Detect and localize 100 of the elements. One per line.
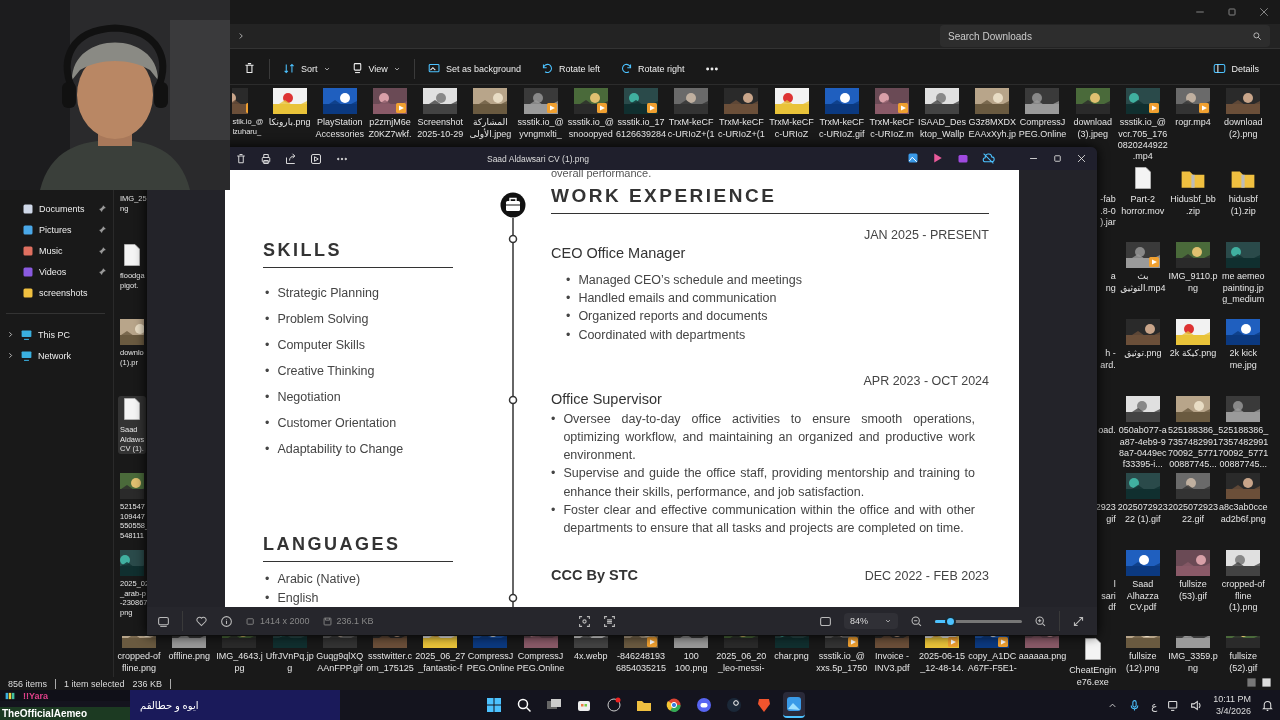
nav-item[interactable]: Music	[0, 240, 113, 262]
file-item[interactable]: IMG_3359.p ng	[1168, 636, 1218, 674]
file-item[interactable]: 2025072923 22.gif	[1168, 473, 1219, 525]
close-icon[interactable]	[1258, 6, 1270, 19]
file-item[interactable]: hidusbf (1).zip	[1228, 165, 1259, 217]
file-item[interactable]: l sari df	[1101, 579, 1118, 614]
clapper-icon[interactable]	[957, 152, 969, 164]
file-item[interactable]: download (2).png	[1223, 88, 1263, 140]
file-item[interactable]: -fab .8-0 ).jar	[1100, 194, 1118, 229]
search-field[interactable]: Search Downloads	[940, 25, 1270, 48]
file-item[interactable]: fullsize (52).gif	[1226, 636, 1261, 674]
sparkle-icon[interactable]	[932, 152, 944, 164]
file-item[interactable]: المشاركة الأولى.jpeg	[469, 88, 512, 140]
maximize-icon[interactable]	[1052, 153, 1063, 164]
toolbar-button[interactable]: View	[343, 58, 408, 80]
trash-icon[interactable]	[243, 62, 256, 76]
file-item[interactable]: a8c3ab0cce ad2b6f.png	[1218, 473, 1268, 525]
rotate-right-icon[interactable]	[619, 62, 633, 76]
file-item[interactable]: TrxM-keCF c-URIoZ+(1	[667, 88, 715, 140]
cloud-off-icon[interactable]	[982, 152, 995, 165]
bell-icon[interactable]	[1261, 698, 1274, 712]
file-item[interactable]: G3z8MXDX EAAxXyh.jp	[968, 88, 1017, 140]
file-item[interactable]: ISAAD_Des ktop_Wallp	[918, 88, 967, 140]
file-item[interactable]: Part-2 horror.mov	[1121, 165, 1165, 217]
search-icon[interactable]	[1252, 31, 1262, 42]
caret-icon[interactable]	[884, 617, 892, 625]
panel-icon[interactable]	[1213, 62, 1227, 76]
input-language[interactable]: ع	[1151, 699, 1158, 711]
details-button[interactable]: Details	[1206, 58, 1266, 80]
file-item[interactable]: CompressJ PEG.Online	[1018, 88, 1067, 140]
close-icon[interactable]	[1076, 153, 1087, 164]
nav-item[interactable]: Pictures	[0, 219, 113, 241]
list-view-icon[interactable]	[1246, 677, 1257, 688]
file-item[interactable]: TrxM-keCF c-URIoZ.gif	[818, 88, 865, 140]
file-item[interactable]: 2923 gif	[1095, 502, 1118, 525]
fullscreen-icon[interactable]	[1072, 614, 1085, 628]
file-item[interactable]: TrxM-keCF c-URIoZ	[769, 88, 814, 140]
chevron-right-icon[interactable]	[6, 330, 15, 340]
chevron-right-icon[interactable]	[6, 351, 15, 361]
print-icon[interactable]	[260, 152, 272, 165]
file-item[interactable]: Screenshot 2025-10-29	[417, 88, 464, 140]
file-item[interactable]: cropped-of fline (1).png	[1221, 550, 1265, 614]
nav-item[interactable]: This PC	[0, 324, 113, 346]
file-item[interactable]: بث التوثيق.mp4	[1120, 242, 1166, 294]
file-item[interactable]: PlayStation Accessories	[315, 88, 365, 140]
file-item[interactable]: ssstik.io_@ snooopyed	[567, 88, 614, 140]
file-item[interactable]: CheatEngin e76.exe	[1069, 636, 1117, 688]
file-item[interactable]: 2k كيكة.png	[1169, 319, 1217, 360]
clock-time[interactable]: 10:11 PM	[1213, 693, 1251, 705]
nav-item[interactable]: Videos	[0, 261, 113, 283]
pin-icon[interactable]	[98, 246, 107, 256]
zoom-in-icon[interactable]	[1034, 614, 1047, 628]
share-icon[interactable]	[285, 152, 297, 165]
file-item[interactable]: TrxM-keCF c-URIoZ.m	[869, 88, 915, 140]
nav-item[interactable]: Network	[0, 345, 113, 367]
toolbar-button[interactable]: Set as background	[420, 58, 528, 80]
zoom-out-icon[interactable]	[910, 614, 923, 628]
file-item[interactable]: ssstik.io_@ yvngmxlti_	[517, 88, 564, 140]
file-item[interactable]: h - ard.	[1100, 348, 1118, 371]
focus-icon[interactable]	[577, 614, 591, 628]
maximize-icon[interactable]	[1226, 6, 1238, 19]
file-item[interactable]: ssstik.io_@ vcr.705_176 0820244922 .mp4	[1117, 88, 1168, 163]
nav-item[interactable]: screenshots	[0, 282, 113, 304]
file-item[interactable]: Saad Alhazza CV.pdf	[1125, 550, 1160, 614]
slideshow-icon[interactable]	[310, 152, 322, 165]
file-item[interactable]: Hidusbf_bb .zip	[1170, 165, 1216, 217]
pin-icon[interactable]	[98, 225, 107, 235]
toolbar-button[interactable]: Sort	[276, 58, 338, 80]
pin-icon[interactable]	[98, 267, 107, 277]
toolbar-button[interactable]: Rotate right	[612, 58, 692, 80]
taskbar-app[interactable]	[783, 692, 805, 718]
filmstrip-icon[interactable]	[157, 614, 170, 628]
rotate-left-icon[interactable]	[540, 62, 554, 76]
nav-item[interactable]: Documents	[0, 198, 113, 220]
file-item[interactable]: download (3).jpeg	[1073, 88, 1112, 140]
clock-date[interactable]: 3/4/2026	[1215, 705, 1251, 717]
file-item[interactable]: 2025072923 22 (1).gif	[1117, 473, 1168, 525]
file-item[interactable]: بارونكا.png	[268, 88, 311, 129]
file-item[interactable]: rogr.mp4	[1175, 88, 1211, 129]
file-item[interactable]: 050ab077-a a87-4eb9-9 8a7-0449ec f33395-i...	[1118, 396, 1167, 471]
text-scan-icon[interactable]	[602, 614, 616, 628]
heart-icon[interactable]	[195, 614, 208, 628]
file-item[interactable]: ssstik.io_17 6126639284	[615, 88, 666, 140]
pin-icon[interactable]	[98, 204, 107, 214]
file-item[interactable]: fullsize (53).gif	[1176, 550, 1211, 602]
info-icon[interactable]	[220, 614, 233, 628]
zoom-dropdown[interactable]: 84%	[844, 613, 898, 629]
tile-view-icon[interactable]	[1261, 677, 1272, 688]
file-item[interactable]: TrxM-keCF c-URIoZ+(1	[717, 88, 765, 140]
file-item[interactable]: a ng	[1105, 271, 1118, 294]
file-item[interactable]: 525188386_ 7357482991 70092_5771 00887745...	[1218, 396, 1269, 471]
image-icon[interactable]	[907, 152, 919, 164]
file-item[interactable]: oad.	[1098, 425, 1118, 437]
file-item[interactable]: me aemeo painting.jp g_medium	[1221, 242, 1265, 306]
file-item[interactable]: توثيق.png	[1124, 319, 1162, 360]
file-item[interactable]: fullsize (12).png	[1125, 636, 1160, 674]
file-item[interactable]: 525188386_ 7357482991 70092_5771 00887745...	[1168, 396, 1219, 471]
fit-icon[interactable]	[819, 614, 832, 628]
file-item[interactable]: p2zmjM6e Z0KZ7wkf.	[368, 88, 412, 140]
sort-icon[interactable]	[283, 62, 296, 76]
